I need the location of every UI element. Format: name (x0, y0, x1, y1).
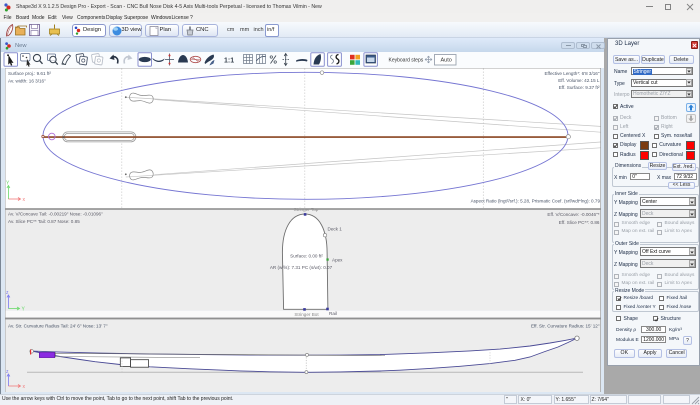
svg-text:1:1: 1:1 (224, 58, 234, 65)
svg-text:Surface: 0.00 ft²: Surface: 0.00 ft² (290, 253, 323, 258)
svg-text:Av. width: 16 3/16": Av. width: 16 3/16" (8, 78, 46, 83)
svg-text:Aspect Ratio (lngt²/srf.): 5.: Aspect Ratio (lngt²/srf.): 5.28, Prismat… (471, 198, 601, 203)
svg-text:Eff. Surface: 9.37 ft²: Eff. Surface: 9.37 ft² (559, 85, 600, 90)
svg-text:Stringer Bot: Stringer Bot (294, 311, 319, 316)
svg-text:Surface proj.: 9.61 ft²: Surface proj.: 9.61 ft² (8, 71, 51, 76)
svg-text:Eff. Volume: 42.15 L: Eff. Volume: 42.15 L (558, 78, 600, 83)
svg-text:Av. Str. Curvature Radius Tail: Av. Str. Curvature Radius Tail: 24' 6" N… (8, 323, 108, 328)
svg-text:Deck 1: Deck 1 (328, 226, 343, 231)
svg-text:Apex: Apex (332, 257, 343, 262)
svg-text:Effective Length*: 6'8 3/16": Effective Length*: 6'8 3/16" (544, 71, 599, 76)
svg-text:Av. Slice PC** Tail: 0.87 Nos: Av. Slice PC** Tail: 0.87 Nose: 0.85 (8, 219, 80, 224)
svg-text:Rail: Rail (329, 311, 337, 316)
svg-text:Eff. V/Concave: -0.0046"*: Eff. V/Concave: -0.0046"* (547, 212, 599, 217)
svg-text:AR (w²/s): 7.31 PC (s/wt): 0: AR (w²/s): 7.31 PC (s/wt): 0.07 (270, 265, 333, 270)
svg-text:Av. V/Concave Tail: -0.00219": Av. V/Concave Tail: -0.00219" Nose: -0.0… (8, 211, 103, 216)
svg-text:Eff. Str. Curvature Radius: 15: Eff. Str. Curvature Radius: 15' 12" (531, 323, 600, 328)
svg-text:Keyboard steps: Keyboard steps (389, 58, 424, 64)
svg-text:Eff. Slice PC**: 0.86: Eff. Slice PC**: 0.86 (559, 219, 600, 224)
svg-text:Auto: Auto (441, 58, 452, 64)
